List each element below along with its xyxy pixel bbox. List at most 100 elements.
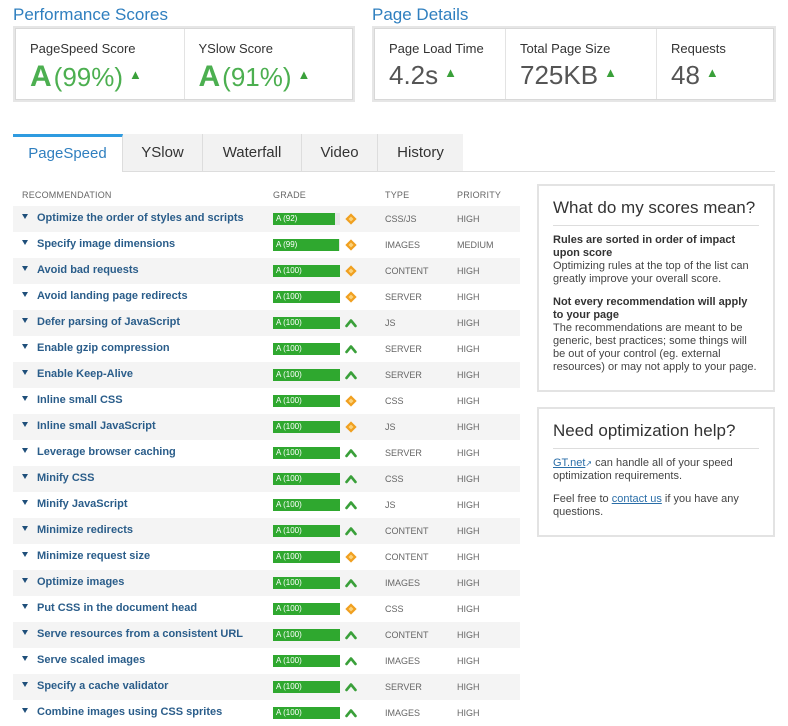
table-row[interactable]: Put CSS in the document head A (100) CSS HI… [13,596,520,622]
expand-caret-icon[interactable] [22,708,28,713]
recommendation-name[interactable]: Optimize images [37,576,124,588]
grade-bar-label: A (100) [276,578,302,587]
recommendation-priority: HIGH [457,500,480,510]
table-row[interactable]: Serve scaled images A (100) IMAGES HIGH [13,648,520,674]
expand-caret-icon[interactable] [22,266,28,271]
expand-caret-icon[interactable] [22,214,28,219]
grade-bar: A (100) [273,551,340,563]
expand-caret-icon[interactable] [22,552,28,557]
grade-bar-label: A (100) [276,292,302,301]
expand-caret-icon[interactable] [22,370,28,375]
gt-net-link[interactable]: GT.net [553,457,585,469]
expand-caret-icon[interactable] [22,292,28,297]
tab-video[interactable]: Video [302,134,378,172]
table-row[interactable]: Minimize redirects A (100) CONTENT HIGH [13,518,520,544]
grade-bar-label: A (100) [276,474,302,483]
recommendation-priority: HIGH [457,422,480,432]
tab-waterfall[interactable]: Waterfall [203,134,302,172]
grade-bar: A (100) [273,681,340,693]
grade-bar-label: A (100) [276,604,302,613]
recommendation-name[interactable]: Minify JavaScript [37,498,127,510]
table-row[interactable]: Specify a cache validator A (100) SERVER HI… [13,674,520,700]
scores-explanation-text-1: Optimizing rules at the top of the list … [553,260,749,285]
recommendation-name[interactable]: Specify image dimensions [37,238,175,250]
grade-bar-label: A (100) [276,630,302,639]
tab-yslow[interactable]: YSlow [123,134,203,172]
recommendation-name[interactable]: Avoid landing page redirects [37,290,188,302]
grade-bar-label: A (100) [276,318,302,327]
recommendation-name[interactable]: Specify a cache validator [37,680,168,692]
expand-caret-icon[interactable] [22,240,28,245]
yslow-score: YSlow Score A (91%) ▲ [185,29,353,99]
expand-caret-icon[interactable] [22,500,28,505]
recommendation-name[interactable]: Serve scaled images [37,654,145,666]
expand-caret-icon[interactable] [22,318,28,323]
recommendation-type: SERVER [385,448,422,458]
table-row[interactable]: Minify CSS A (100) CSS HIGH [13,466,520,492]
table-row[interactable]: Serve resources from a consistent URL A (… [13,622,520,648]
recommendation-type: JS [385,422,396,432]
expand-caret-icon[interactable] [22,422,28,427]
table-row[interactable]: Inline small JavaScript A (100) JS HIGH [13,414,520,440]
table-row[interactable]: Inline small CSS A (100) CSS HIGH [13,388,520,414]
recommendation-name[interactable]: Defer parsing of JavaScript [37,316,180,328]
contact-us-link[interactable]: contact us [612,493,662,505]
recommendation-name[interactable]: Minimize redirects [37,524,133,536]
page-load-time-value: 4.2s [389,60,439,90]
expand-caret-icon[interactable] [22,682,28,687]
expand-caret-icon[interactable] [22,604,28,609]
grade-bar: A (100) [273,655,340,667]
recommendation-name[interactable]: Inline small JavaScript [37,420,156,432]
chevron-up-icon: ▲ [604,65,617,80]
recommendation-name[interactable]: Inline small CSS [37,394,123,406]
tab-history[interactable]: History [378,134,463,172]
table-row[interactable]: Optimize the order of styles and scripts… [13,206,520,232]
expand-caret-icon[interactable] [22,344,28,349]
table-row[interactable]: Optimize images A (100) IMAGES HIGH [13,570,520,596]
recommendation-priority: HIGH [457,630,480,640]
recommendation-name[interactable]: Enable gzip compression [37,342,170,354]
expand-caret-icon[interactable] [22,448,28,453]
table-row[interactable]: Leverage browser caching A (100) SERVER HIG… [13,440,520,466]
expand-caret-icon[interactable] [22,526,28,531]
recommendation-type: SERVER [385,344,422,354]
recommendation-priority: HIGH [457,578,480,588]
table-row[interactable]: Combine images using CSS sprites A (100) I… [13,700,520,726]
recommendations-table: Optimize the order of styles and scripts… [13,206,520,726]
chevron-up-icon [344,706,358,720]
table-row[interactable]: Minimize request size A (100) CONTENT HIGH [13,544,520,570]
diamond-icon [344,290,358,304]
chevron-up-icon [344,342,358,356]
expand-caret-icon[interactable] [22,630,28,635]
grade-bar-label: A (100) [276,708,302,717]
header-type: TYPE [385,190,410,200]
table-row[interactable]: Minify JavaScript A (100) JS HIGH [13,492,520,518]
table-row[interactable]: Avoid landing page redirects A (100) SERVE… [13,284,520,310]
expand-caret-icon[interactable] [22,396,28,401]
recommendation-priority: HIGH [457,656,480,666]
recommendation-name[interactable]: Serve resources from a consistent URL [37,628,243,640]
recommendation-name[interactable]: Minify CSS [37,472,94,484]
recommendation-name[interactable]: Leverage browser caching [37,446,176,458]
yslow-grade: A [198,60,221,93]
expand-caret-icon[interactable] [22,474,28,479]
header-priority: PRIORITY [457,190,502,200]
recommendation-name[interactable]: Avoid bad requests [37,264,139,276]
recommendation-name[interactable]: Put CSS in the document head [37,602,197,614]
table-row[interactable]: Specify image dimensions A (99) IMAGES MEDI… [13,232,520,258]
table-row[interactable]: Enable gzip compression A (100) SERVER HIGH [13,336,520,362]
recommendation-type: JS [385,500,396,510]
table-row[interactable]: Enable Keep-Alive A (100) SERVER HIGH [13,362,520,388]
table-row[interactable]: Avoid bad requests A (100) CONTENT HIGH [13,258,520,284]
grade-bar: A (100) [273,421,340,433]
table-row[interactable]: Defer parsing of JavaScript A (100) JS HIGH [13,310,520,336]
recommendation-name[interactable]: Optimize the order of styles and scripts [37,212,244,224]
recommendation-type: CSS/JS [385,214,417,224]
recommendation-name[interactable]: Minimize request size [37,550,150,562]
expand-caret-icon[interactable] [22,656,28,661]
recommendation-name[interactable]: Combine images using CSS sprites [37,706,222,718]
tab-pagespeed[interactable]: PageSpeed [13,134,123,172]
recommendation-name[interactable]: Enable Keep-Alive [37,368,133,380]
expand-caret-icon[interactable] [22,578,28,583]
total-page-size-label: Total Page Size [520,41,611,56]
